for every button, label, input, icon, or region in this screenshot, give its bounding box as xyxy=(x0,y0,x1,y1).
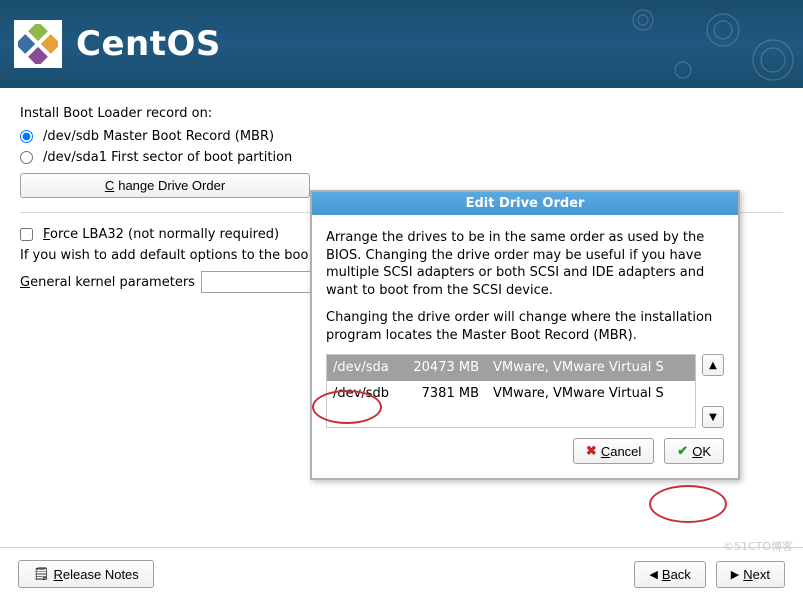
drive-desc: VMware, VMware Virtual S xyxy=(493,359,689,377)
drive-desc: VMware, VMware Virtual S xyxy=(493,385,689,403)
next-icon: ▶ xyxy=(731,568,739,581)
table-row[interactable]: /dev/sda 20473 MB VMware, VMware Virtual… xyxy=(327,355,695,381)
brand-text: CentOS xyxy=(76,24,221,64)
drive-size: 7381 MB xyxy=(409,385,483,403)
move-down-button[interactable]: ▼ xyxy=(702,406,724,428)
cancel-icon: ✖ xyxy=(586,443,597,459)
radio-first-sector-label: /dev/sda1 First sector of boot partition xyxy=(43,150,292,165)
radio-mbr[interactable] xyxy=(20,130,33,143)
radio-first-sector-row[interactable]: /dev/sda1 First sector of boot partition xyxy=(20,150,783,165)
cancel-button[interactable]: ✖ Cancel xyxy=(573,438,654,464)
back-icon: ◀ xyxy=(649,568,657,581)
centos-logo xyxy=(14,20,62,68)
next-button[interactable]: ▶ Next xyxy=(716,561,785,588)
kernel-params-input[interactable] xyxy=(201,271,311,293)
release-notes-button[interactable]: 🗒 Release Notes xyxy=(18,560,154,588)
app-header: CentOS xyxy=(0,0,803,88)
up-icon: ▲ xyxy=(709,359,717,373)
radio-first-sector[interactable] xyxy=(20,151,33,164)
force-lba-checkbox[interactable] xyxy=(20,228,33,241)
back-button[interactable]: ◀ Back xyxy=(634,561,705,588)
move-up-button[interactable]: ▲ xyxy=(702,354,724,376)
ok-icon: ✔ xyxy=(677,443,688,459)
header-decoration xyxy=(603,0,803,88)
watermark: ©51CTO博客 xyxy=(723,538,793,554)
radio-mbr-label: /dev/sdb Master Boot Record (MBR) xyxy=(43,129,274,144)
drive-table[interactable]: /dev/sda 20473 MB VMware, VMware Virtual… xyxy=(326,354,696,428)
centos-logo-icon xyxy=(18,24,58,64)
reorder-buttons: ▲ ▼ xyxy=(702,354,724,428)
ok-button[interactable]: ✔ OK xyxy=(664,438,724,464)
footer-bar: 🗒 Release Notes ◀ Back ▶ Next xyxy=(0,547,803,600)
drive-size: 20473 MB xyxy=(409,359,483,377)
kernel-params-label: General kernel parameters xyxy=(20,275,195,290)
edit-drive-order-dialog: Edit Drive Order Arrange the drives to b… xyxy=(310,190,740,480)
note-icon: 🗒 xyxy=(33,566,50,582)
annotation-ellipse xyxy=(649,485,727,523)
radio-mbr-row[interactable]: /dev/sdb Master Boot Record (MBR) xyxy=(20,129,783,144)
drive-dev: /dev/sda xyxy=(333,359,399,377)
dialog-body: Arrange the drives to be in the same ord… xyxy=(312,215,738,438)
drive-dev: /dev/sdb xyxy=(333,385,399,403)
install-label: Install Boot Loader record on: xyxy=(20,106,783,121)
change-drive-order-button[interactable]: Change Drive Order xyxy=(20,173,310,198)
dialog-para2: Changing the drive order will change whe… xyxy=(326,309,724,344)
force-lba-label: Force LBA32 (not normally required) xyxy=(43,227,279,242)
table-row[interactable]: /dev/sdb 7381 MB VMware, VMware Virtual … xyxy=(327,381,695,407)
dialog-para1: Arrange the drives to be in the same ord… xyxy=(326,229,724,299)
kernel-hint: If you wish to add default options to th… xyxy=(20,248,308,263)
down-icon: ▼ xyxy=(709,411,717,425)
dialog-title: Edit Drive Order xyxy=(312,192,738,215)
